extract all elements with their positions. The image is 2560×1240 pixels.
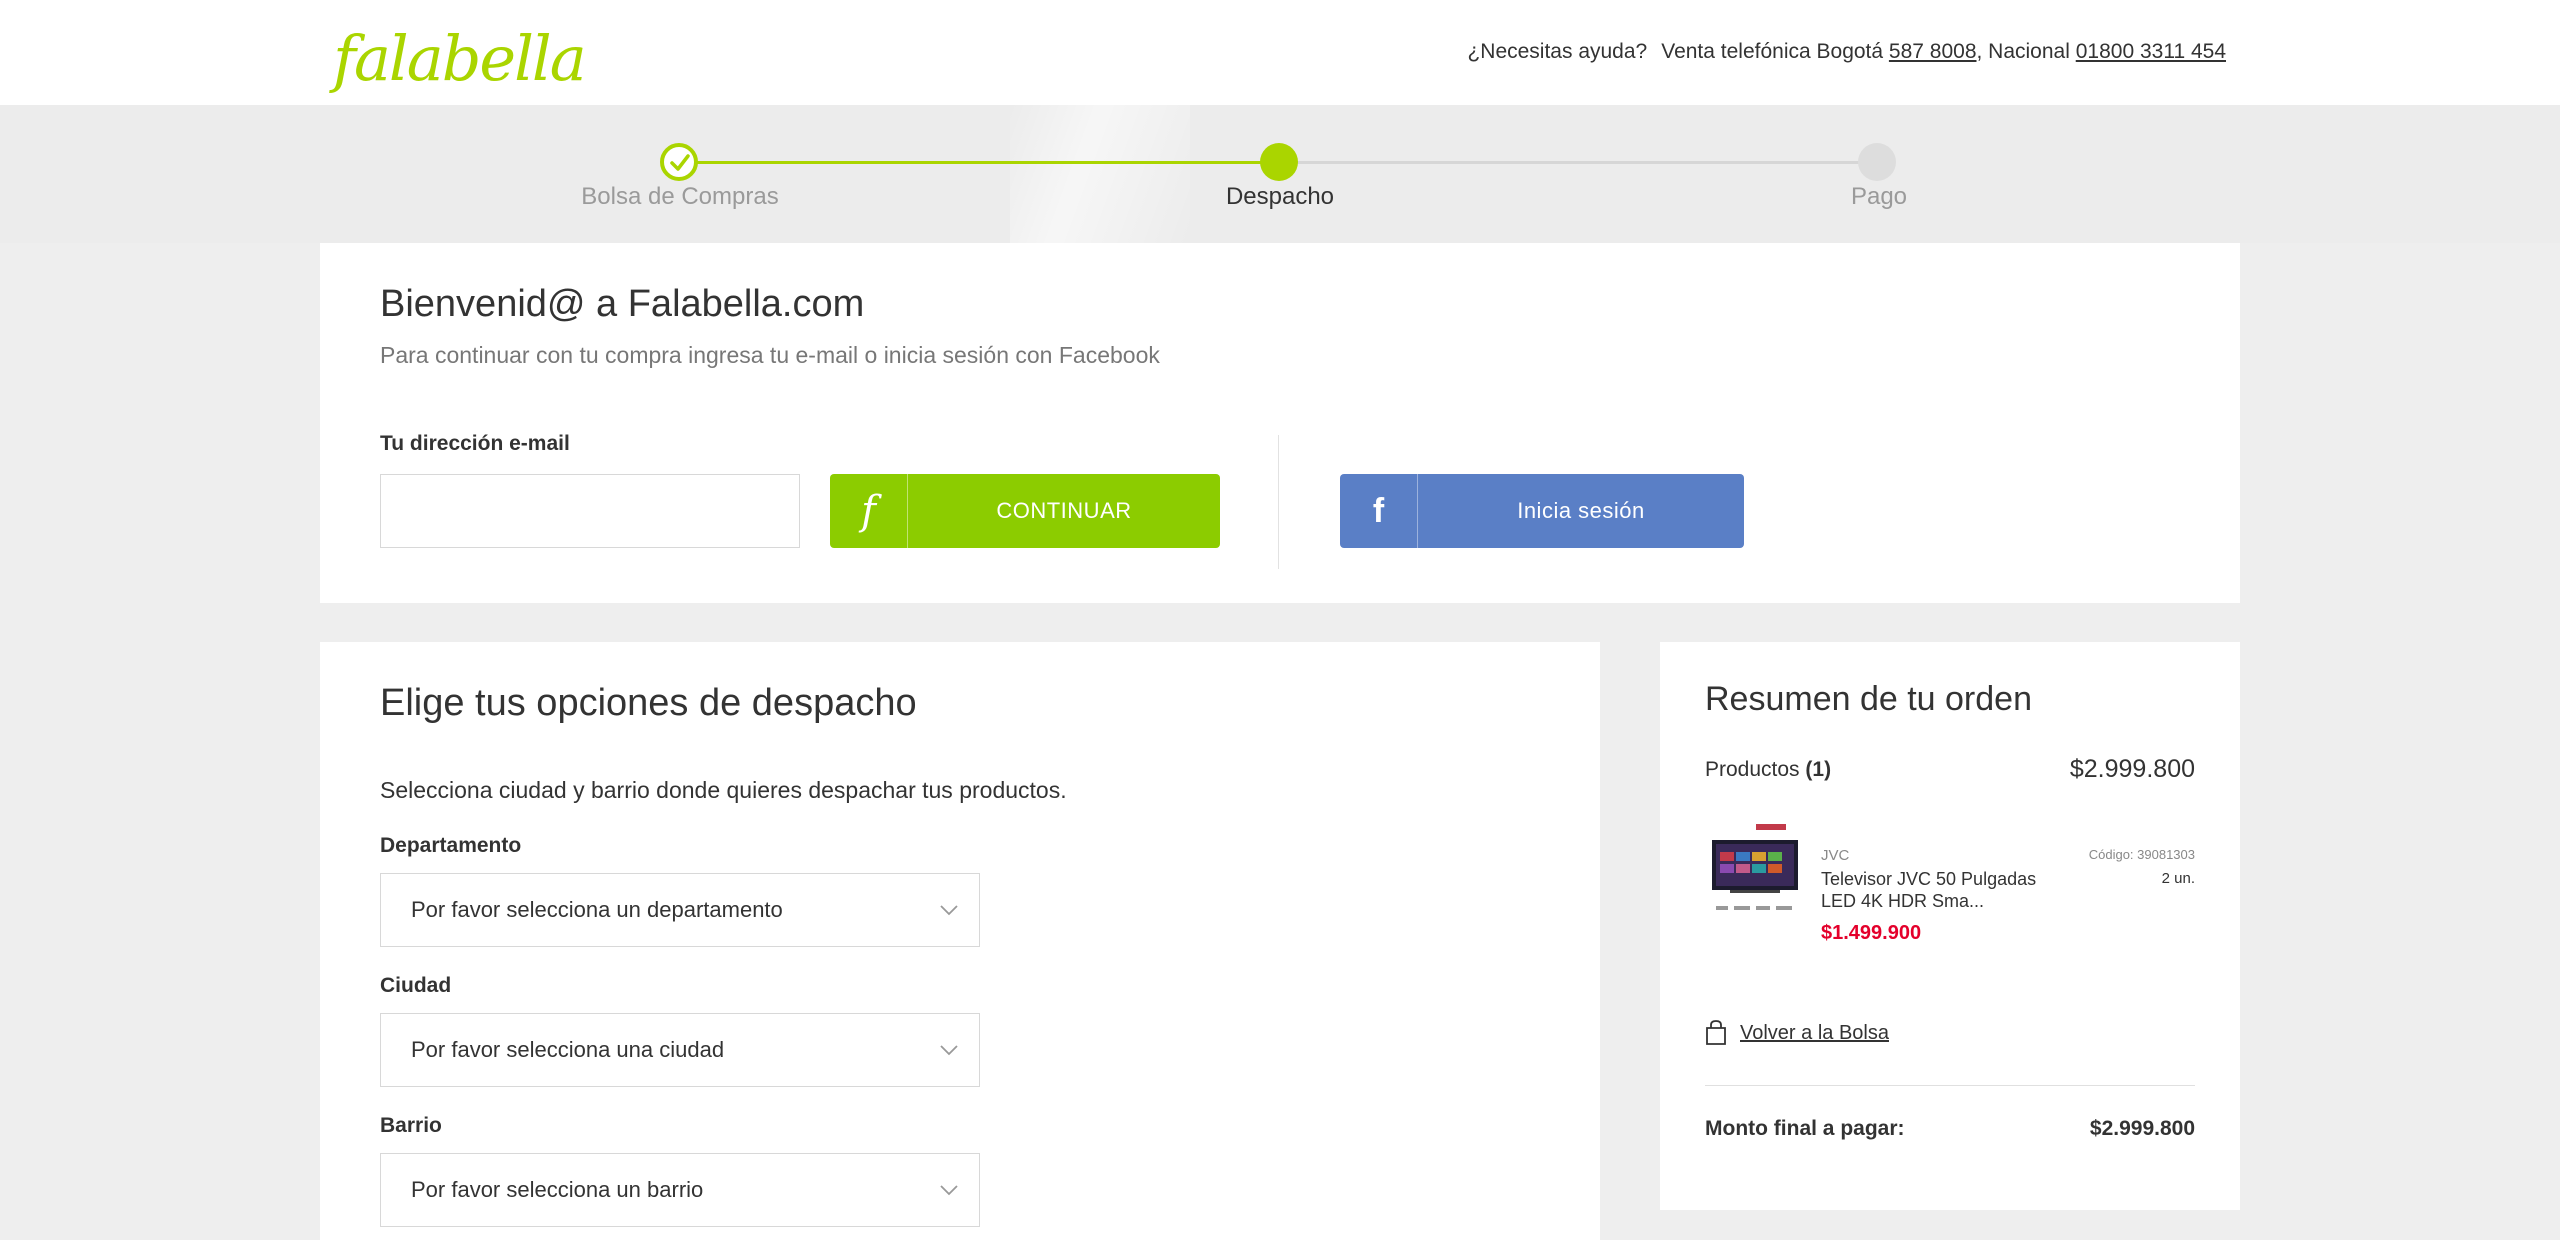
city-label: Ciudad [380, 974, 452, 997]
step-cart-check-icon[interactable] [660, 143, 698, 181]
final-amount-label: Monto final a pagar: [1705, 1117, 1905, 1140]
facebook-login-button[interactable]: f Inicia sesión [1340, 474, 1744, 548]
falabella-f-icon: f [830, 474, 908, 548]
product-quantity: 2 un. [2161, 870, 2195, 887]
phone-separator: , Nacional [1976, 40, 2070, 63]
chevron-down-icon [940, 1185, 958, 1196]
city-select[interactable]: Por favor selecciona una ciudad [380, 1013, 980, 1087]
product-thumbnail[interactable] [1710, 822, 1800, 922]
step-label-cart[interactable]: Bolsa de Compras [530, 183, 830, 211]
continue-button-label: CONTINUAR [996, 498, 1132, 523]
shipping-description: Selecciona ciudad y barrio donde quieres… [380, 777, 1067, 803]
products-label: Productos [1705, 758, 1800, 781]
summary-title: Resumen de tu orden [1705, 680, 2032, 718]
department-select[interactable]: Por favor selecciona un departamento [380, 873, 980, 947]
step-label-payment: Pago [1850, 183, 1908, 210]
help-question: ¿Necesitas ayuda? [1467, 40, 1648, 63]
summary-divider [1705, 1085, 2195, 1086]
final-amount-value: $2.999.800 [2089, 1117, 2195, 1140]
phone-bogota-link[interactable]: 587 8008 [1889, 40, 1977, 63]
help-contact: ¿Necesitas ayuda? Venta telefónica Bogotá… [1467, 40, 2226, 64]
step-payment-dot [1858, 143, 1896, 181]
stepper-track-completed [680, 161, 1280, 164]
order-summary-card: Resumen de tu orden Productos (1) $2.999… [1660, 642, 2240, 1210]
back-to-bag-label: Volver a la Bolsa [1740, 1022, 1889, 1044]
welcome-card: Bienvenid@ a Falabella.com Para continua… [320, 243, 2240, 603]
neighborhood-label: Barrio [380, 1114, 442, 1137]
products-total: $2.999.800 [2069, 755, 2195, 783]
step-shipping-dot [1260, 143, 1298, 181]
shopping-bag-icon [1706, 1020, 1726, 1045]
welcome-subtitle: Para continuar con tu compra ingresa tu … [380, 342, 1160, 368]
continue-button[interactable]: f CONTINUAR [830, 474, 1220, 548]
summary-products: Productos (1) [1705, 758, 1831, 782]
facebook-icon: f [1340, 474, 1418, 548]
shipping-options-card: Elige tus opciones de despacho Seleccion… [320, 642, 1600, 1240]
neighborhood-select-value: Por favor selecciona un barrio [411, 1177, 704, 1202]
facebook-login-label: Inicia sesión [1517, 498, 1645, 523]
product-price: $1.499.900 [1821, 922, 1922, 944]
neighborhood-select[interactable]: Por favor selecciona un barrio [380, 1153, 980, 1227]
phone-national-link[interactable]: 01800 3311 454 [2076, 40, 2226, 63]
email-field[interactable] [380, 474, 800, 548]
shipping-title: Elige tus opciones de despacho [380, 682, 917, 724]
product-name[interactable]: Televisor JVC 50 Pulgadas LED 4K HDR Sma… [1821, 868, 2051, 912]
step-label-shipping: Despacho [1225, 183, 1335, 210]
products-count: (1) [1805, 758, 1832, 781]
product-brand: JVC [1821, 847, 1850, 864]
welcome-title: Bienvenid@ a Falabella.com [380, 283, 865, 325]
site-header: falabella ¿Necesitas ayuda? Venta telefón… [0, 0, 2560, 105]
chevron-down-icon [940, 1045, 958, 1056]
product-code: Código: 39081303 [2088, 847, 2195, 862]
phone-prefix: Venta telefónica Bogotá [1661, 40, 1884, 63]
falabella-logo[interactable]: falabella [333, 22, 587, 95]
stepper-track-pending [1280, 161, 1880, 164]
login-divider [1278, 435, 1279, 569]
department-select-value: Por favor selecciona un departamento [411, 897, 783, 922]
department-label: Departamento [380, 834, 522, 857]
email-label: Tu dirección e-mail [380, 432, 570, 455]
chevron-down-icon [940, 905, 958, 916]
city-select-value: Por favor selecciona una ciudad [411, 1037, 725, 1062]
band-decoration [1010, 105, 1190, 243]
